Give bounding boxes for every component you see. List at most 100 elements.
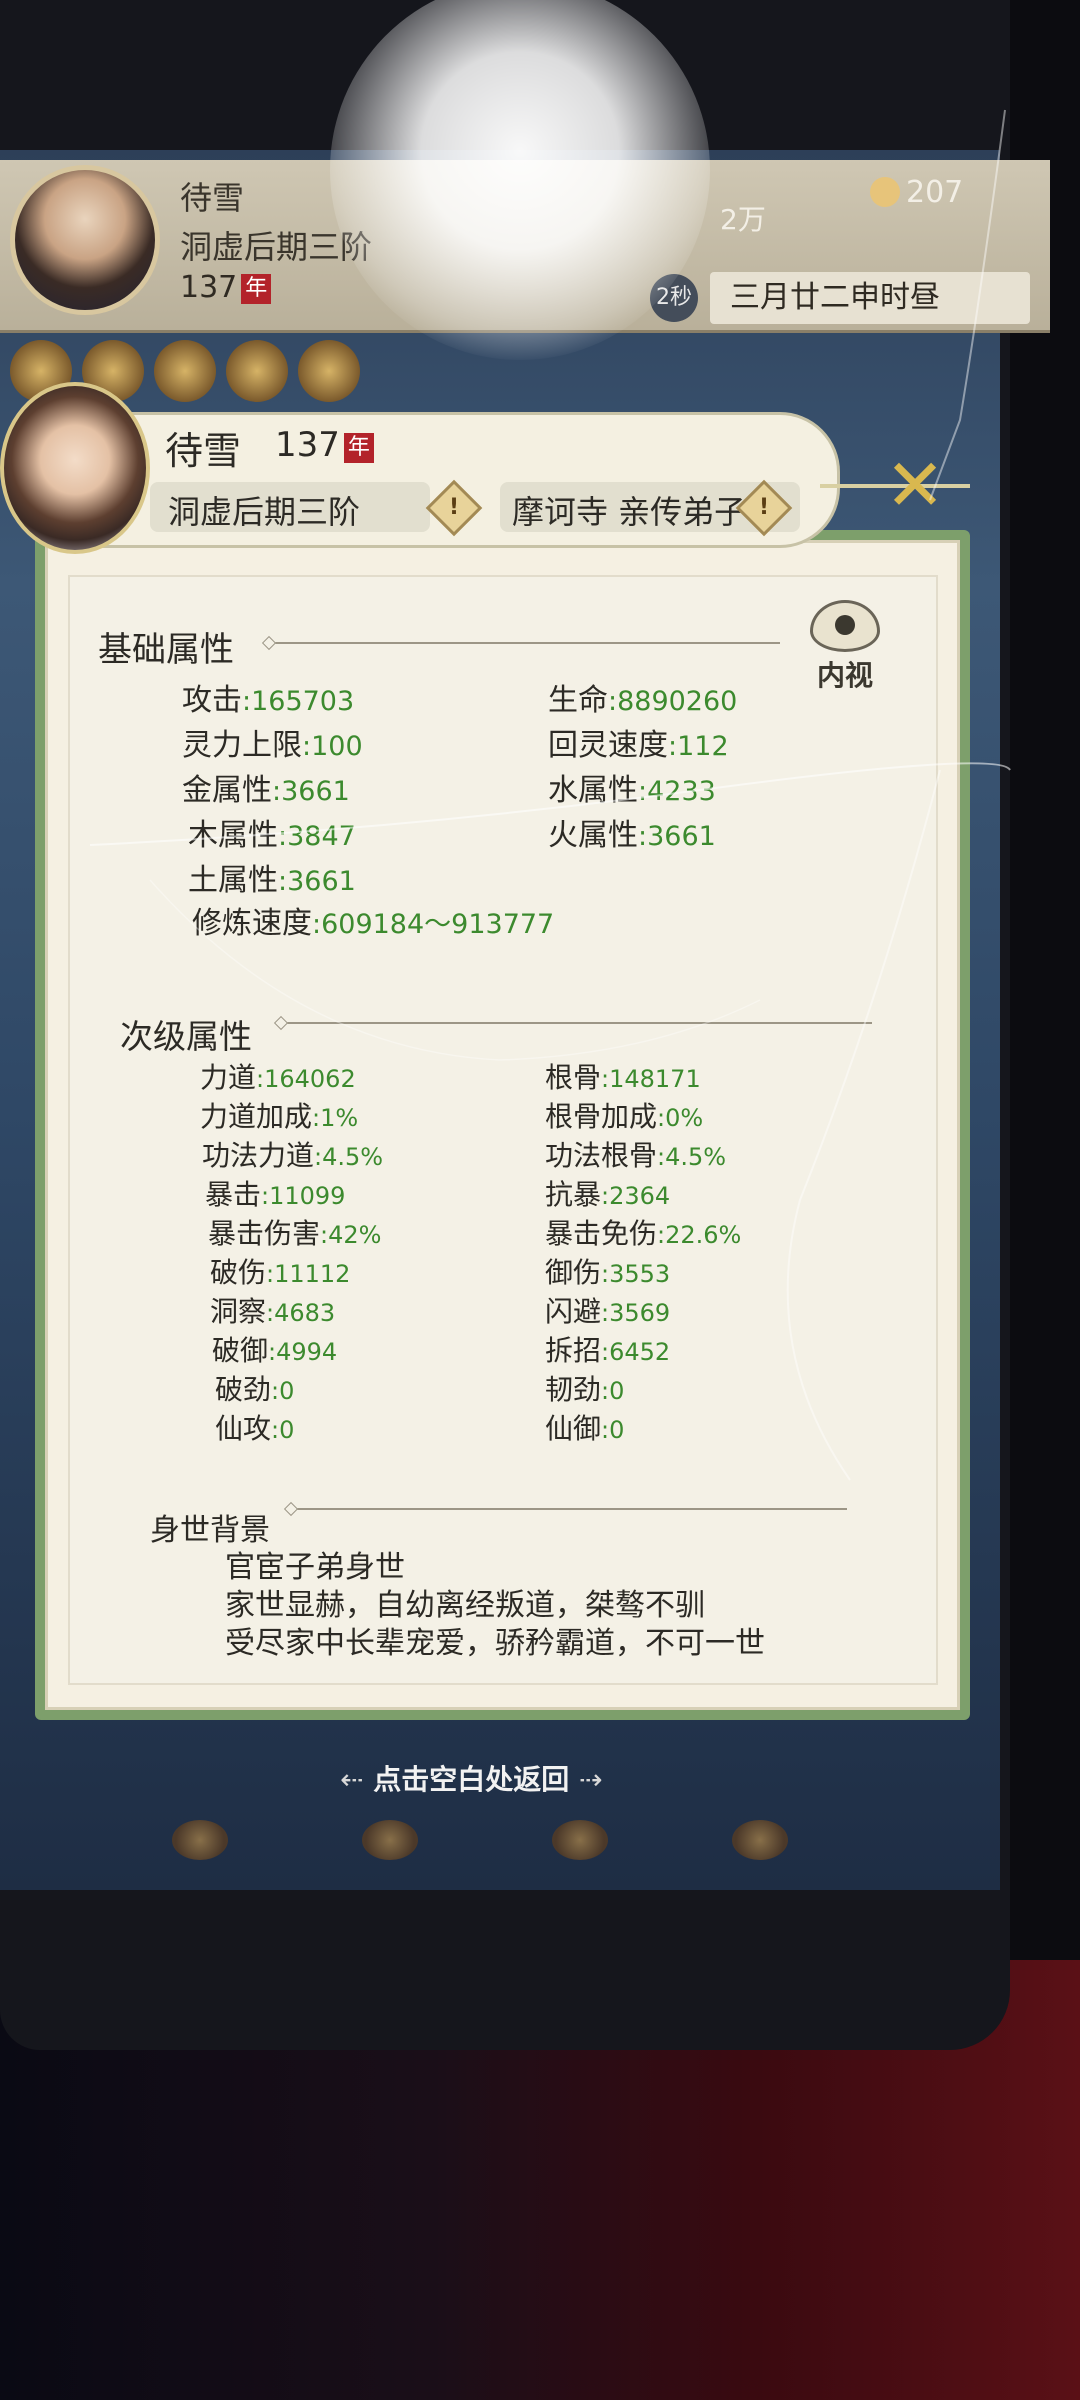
stat-value: :1% [312,1104,359,1132]
stat-label: 仙御 [545,1412,602,1445]
nav-item[interactable] [150,1820,250,1875]
section-divider [270,642,780,644]
stat-constitution-bonus: 根骨加成:0% [545,1095,703,1135]
stat-insight: 洞察:4683 [210,1290,335,1330]
hud-icon[interactable] [298,340,360,402]
stat-value: :2364 [601,1182,671,1210]
nav-item[interactable] [710,1820,810,1875]
close-button[interactable]: ✕ [880,440,950,530]
stat-label: 回灵速度 [548,728,668,763]
stat-label: 仙攻 [215,1412,272,1445]
stat-immortal-attack: 仙攻:0 [215,1407,294,1447]
stat-label: 修炼速度 [192,906,312,941]
stat-value: :6452 [601,1338,671,1366]
nav-item[interactable] [340,1820,440,1875]
stat-label: 破劲 [215,1373,272,1406]
stat-value: :164062 [256,1065,356,1093]
basic-attributes-title: 基础属性 [98,630,234,670]
inner-view-button[interactable]: 内视 [805,600,885,700]
stat-label: 拆招 [545,1334,602,1367]
inner-view-label: 内视 [816,659,873,692]
player-realm: 洞虚后期三阶 [180,228,373,266]
stat-immortal-defense: 仙御:0 [545,1407,624,1447]
stat-value: :112 [668,731,729,762]
character-name: 待雪 [165,429,242,473]
secondary-attributes-title: 次级属性 [120,1017,252,1056]
stat-value: :3847 [278,821,356,852]
stat-label: 力道 [200,1061,257,1094]
nav-icon [732,1820,788,1860]
stat-value: :165703 [242,686,355,717]
hud-icon[interactable] [154,340,216,402]
stat-label: 木属性 [188,818,278,853]
stat-label: 金属性 [182,773,272,808]
stat-earth: 土属性:3661 [188,855,356,899]
eye-icon [810,600,880,652]
stat-value: :4994 [268,1338,338,1366]
nav-icon [362,1820,418,1860]
age-unit-badge: 年 [241,274,272,304]
stat-value: :609184～913777 [312,909,555,940]
stat-skill-strength: 功法力道:4.5% [202,1134,383,1174]
stat-label: 根骨 [545,1061,602,1094]
stat-label: 攻击 [182,683,242,718]
stat-label: 抗暴 [545,1178,602,1211]
stat-dodge: 闪避:3569 [545,1290,670,1330]
character-realm: 洞虚后期三阶 [168,493,361,531]
stat-value: :4683 [266,1299,336,1327]
stat-value: :0 [601,1416,625,1444]
stat-label: 闪避 [545,1295,602,1328]
stat-value: :22.6% [657,1221,742,1249]
background-line: 受尽家中长辈宠爱，骄矜霸道，不可一世 [225,1626,765,1661]
info-mark: ! [758,494,770,520]
section-divider [282,1022,872,1024]
stat-value: :0 [271,1377,295,1405]
player-avatar[interactable] [10,165,160,315]
stat-value: :8890260 [608,686,738,717]
age-value: 137 [180,270,238,305]
character-avatar [0,382,150,554]
stat-mana-cap: 灵力上限:100 [182,720,363,764]
stat-damage-guard: 御伤:3553 [545,1251,670,1291]
stamina-display: 207 [870,175,963,210]
stat-value: :4233 [638,776,716,807]
stat-mana-regen: 回灵速度:112 [548,720,729,764]
stat-value: :11099 [261,1182,346,1210]
bottom-navigation [60,1780,940,1875]
stat-value: :3661 [272,776,350,807]
stat-cultivation-speed: 修炼速度:609184～913777 [192,898,554,942]
stat-break-tenacity: 破劲:0 [215,1368,294,1408]
stat-break-defense: 破御:4994 [212,1329,337,1369]
stat-wood: 木属性:3847 [188,810,356,854]
stat-pierce: 破伤:11112 [210,1251,350,1291]
stat-value: :4.5% [314,1143,384,1171]
stamina-icon [870,177,900,207]
stat-value: :148171 [601,1065,701,1093]
stat-value: :4.5% [657,1143,727,1171]
stat-label: 洞察 [210,1295,267,1328]
player-age: 137 年 [180,270,272,305]
age-unit-badge: 年 [343,433,374,463]
character-sect: 摩诃寺 亲传弟子 [512,493,747,531]
stat-parry: 拆招:6452 [545,1329,670,1369]
stat-skill-constitution: 功法根骨:4.5% [545,1134,726,1174]
player-name: 待雪 [180,179,245,217]
stat-label: 暴击免伤 [545,1217,658,1250]
hud-icon[interactable] [226,340,288,402]
stat-water: 水属性:4233 [548,765,716,809]
game-date: 三月廿二申时昼 [710,272,1030,324]
nav-icon [552,1820,608,1860]
stat-value: :42% [320,1221,382,1249]
section-divider [292,1508,847,1510]
nav-item[interactable] [530,1820,630,1875]
stat-value: :100 [302,731,363,762]
stat-label: 火属性 [548,818,638,853]
stat-crit-damage-reduction: 暴击免伤:22.6% [545,1212,741,1252]
character-age: 137 年 [275,425,374,465]
stat-value: :0 [271,1416,295,1444]
stat-value: :3553 [601,1260,671,1288]
character-age-value: 137 [275,425,340,465]
stat-value: :3661 [638,821,716,852]
stat-constitution: 根骨:148171 [545,1056,701,1096]
stat-value: :3661 [278,866,356,897]
